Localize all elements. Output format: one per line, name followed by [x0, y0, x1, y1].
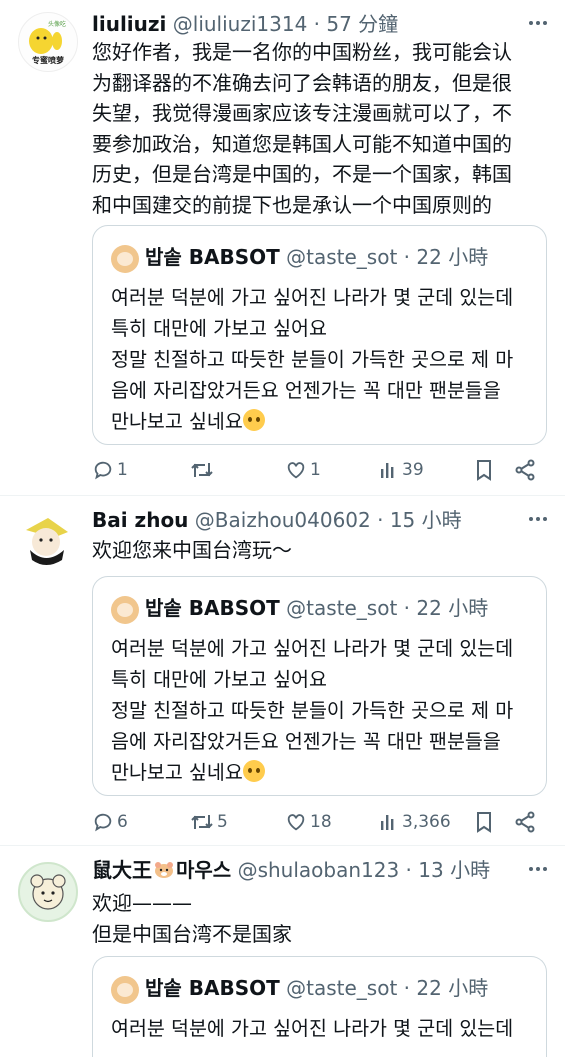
share-icon — [515, 459, 535, 481]
user-handle[interactable]: @Baizhou040602 — [195, 508, 371, 532]
like-button[interactable]: 18 — [285, 807, 332, 837]
tweet-text: 欢迎您来中国台湾玩～ — [92, 538, 292, 562]
action-bar: 6 5 18 3,366 — [92, 807, 547, 837]
reply-icon — [94, 461, 112, 480]
quote-avatar — [111, 595, 139, 624]
tweet-3[interactable]: 鼠大王 마우스 @shulaoban123 · 13 小時 欢迎——— 但是中国台… — [0, 846, 565, 1057]
avatar-shulaoban[interactable] — [18, 862, 78, 922]
timestamp[interactable]: 13 小時 — [418, 858, 490, 882]
share-icon — [515, 811, 535, 833]
retweet-button[interactable]: 5 — [190, 807, 228, 837]
more-icon[interactable] — [527, 858, 549, 885]
bookmark-icon — [477, 460, 491, 481]
avatar-liuliuzi[interactable]: 头像吃 专蜜喷萝 — [18, 12, 78, 72]
reply-icon — [94, 813, 112, 832]
tweet-text: 欢迎——— 但是中国台湾不是国家 — [92, 891, 292, 946]
reply-button[interactable]: 6 — [92, 807, 128, 837]
views-icon — [381, 463, 394, 478]
quote-header: 밥솥 BABSOT @taste_sot · 22 小時 — [111, 242, 488, 273]
tweet-text: 您好作者，我是一名你的中国粉丝，我可能会认 为翻译器的不准确去问了会韩语的朋友，… — [92, 40, 512, 217]
quoted-tweet[interactable]: 밥솥 BABSOT @taste_sot · 22 小時 여러분 덕분에 가고 … — [92, 956, 547, 1057]
tweet-2[interactable]: Bai zhou @Baizhou040602 · 15 小時 欢迎您来中国台湾… — [0, 496, 565, 846]
quote-header: 밥솥 BABSOT @taste_sot · 22 小時 — [111, 973, 488, 1004]
views-button[interactable]: 39 — [379, 455, 424, 485]
timestamp[interactable]: 15 小時 — [390, 508, 462, 532]
quoted-tweet[interactable]: 밥솥 BABSOT @taste_sot · 22 小時 여러분 덕분에 가고 … — [92, 576, 547, 796]
views-button[interactable]: 3,366 — [379, 807, 451, 837]
pleading-face-icon — [242, 760, 265, 782]
tweet-header: 鼠大王 마우스 @shulaoban123 · 13 小時 — [92, 858, 491, 882]
views-icon — [381, 815, 394, 830]
display-name[interactable]: liuliuzi — [92, 12, 166, 36]
timestamp[interactable]: 57 分鐘 — [326, 12, 398, 36]
quote-avatar — [111, 244, 139, 273]
quote-text: 여러분 덕분에 가고 싶어진 나라가 몇 군데 있는데 — [111, 1017, 514, 1040]
user-handle[interactable]: @shulaoban123 — [238, 858, 400, 882]
avatar-bai-zhou[interactable] — [18, 510, 76, 568]
display-name[interactable]: 鼠大王 마우스 — [92, 858, 231, 882]
display-name[interactable]: Bai zhou — [92, 508, 188, 532]
retweet-icon — [191, 815, 213, 829]
tweet-header: Bai zhou @Baizhou040602 · 15 小時 — [92, 508, 462, 532]
like-button[interactable]: 1 — [285, 455, 321, 485]
action-bar: 1 1 39 — [92, 455, 547, 485]
tweet-1[interactable]: 头像吃 专蜜喷萝 liuliuzi @liuliuzi1314 · 57 分鐘 … — [0, 0, 565, 496]
quote-text: 여러분 덕분에 가고 싶어진 나라가 몇 군데 있는데 특히 대만에 가보고 싶… — [111, 286, 514, 433]
quote-header: 밥솥 BABSOT @taste_sot · 22 小時 — [111, 593, 488, 624]
tweet-header: liuliuzi @liuliuzi1314 · 57 分鐘 — [92, 12, 399, 36]
reply-button[interactable]: 1 — [92, 455, 128, 485]
quote-avatar — [111, 975, 139, 1004]
svg-text:头像吃: 头像吃 — [48, 20, 66, 28]
quote-text: 여러분 덕분에 가고 싶어진 나라가 몇 군데 있는데 특히 대만에 가보고 싶… — [111, 637, 514, 784]
pleading-face-icon — [242, 409, 265, 431]
bookmark-icon — [477, 812, 491, 833]
more-icon[interactable] — [527, 12, 549, 39]
retweet-icon — [191, 463, 213, 477]
bookmark-button[interactable] — [474, 455, 497, 485]
like-icon — [287, 814, 305, 831]
user-handle[interactable]: @liuliuzi1314 — [173, 12, 308, 36]
share-button[interactable] — [514, 807, 539, 837]
svg-text:专蜜喷萝: 专蜜喷萝 — [32, 55, 64, 65]
more-icon[interactable] — [527, 508, 549, 535]
hamster-icon — [153, 858, 175, 878]
quoted-tweet[interactable]: 밥솥 BABSOT @taste_sot · 22 小時 여러분 덕분에 가고 … — [92, 225, 547, 445]
like-icon — [287, 462, 305, 479]
share-button[interactable] — [514, 455, 539, 485]
retweet-button[interactable] — [190, 455, 217, 485]
bookmark-button[interactable] — [474, 807, 497, 837]
